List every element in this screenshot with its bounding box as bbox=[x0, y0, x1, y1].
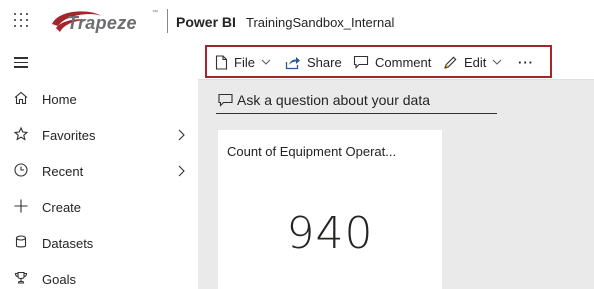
plus-icon bbox=[14, 199, 28, 213]
trophy-icon bbox=[14, 271, 28, 284]
card-title: Count of Equipment Operat... bbox=[227, 144, 397, 159]
nav-item-goals[interactable]: Goals bbox=[0, 261, 198, 289]
home-icon bbox=[14, 91, 28, 105]
clock-icon bbox=[14, 163, 28, 177]
share-label: Share bbox=[307, 54, 342, 70]
comment-icon bbox=[353, 55, 369, 69]
qa-placeholder: Ask a question about your data bbox=[237, 92, 431, 108]
edit-label: Edit bbox=[464, 54, 487, 70]
card-visual[interactable]: Count of Equipment Operat... 940 bbox=[218, 130, 442, 289]
logo-trademark: ™ bbox=[152, 10, 158, 16]
nav-label-datasets: Datasets bbox=[42, 236, 94, 251]
comment-button[interactable]: Comment bbox=[353, 53, 431, 71]
nav-item-datasets[interactable]: Datasets bbox=[0, 225, 198, 261]
more-options-button[interactable]: ··· bbox=[518, 53, 534, 71]
left-navigation: Home Favorites Recent Create Datasets Go… bbox=[0, 44, 198, 289]
header-divider bbox=[167, 9, 168, 33]
logo-wordmark: Trapeze bbox=[67, 13, 137, 33]
nav-label-recent: Recent bbox=[42, 164, 84, 179]
nav-item-create[interactable]: Create bbox=[0, 189, 198, 225]
comment-label: Comment bbox=[375, 54, 432, 70]
file-label: File bbox=[234, 54, 255, 70]
app-launcher-icon[interactable] bbox=[14, 13, 28, 27]
top-header: Trapeze ™ Power BI TrainingSandbox_Inter… bbox=[0, 0, 594, 44]
more-options-icon: ··· bbox=[518, 54, 534, 70]
chevron-right-icon[interactable] bbox=[175, 164, 187, 178]
pencil-icon bbox=[444, 56, 457, 69]
nav-label-home: Home bbox=[42, 92, 77, 107]
nav-item-favorites[interactable]: Favorites bbox=[0, 117, 198, 153]
nav-label-favorites: Favorites bbox=[42, 128, 96, 143]
edit-menu-button[interactable]: Edit bbox=[443, 53, 502, 71]
chevron-right-icon[interactable] bbox=[175, 128, 187, 142]
command-bar: File Share Comment Edit ··· bbox=[198, 44, 594, 80]
share-button[interactable]: Share bbox=[285, 53, 342, 71]
report-canvas: File Share Comment Edit ··· Ask a questi… bbox=[198, 44, 594, 289]
share-icon bbox=[285, 56, 300, 69]
chevron-down-icon bbox=[493, 59, 502, 65]
card-value: 940 bbox=[286, 208, 374, 259]
app-name[interactable]: Power BI bbox=[176, 14, 236, 30]
database-icon bbox=[15, 235, 27, 248]
file-menu-button[interactable]: File bbox=[215, 53, 271, 71]
hamburger-menu-icon[interactable] bbox=[14, 57, 28, 68]
nav-item-recent[interactable]: Recent bbox=[0, 153, 198, 189]
nav-label-goals: Goals bbox=[42, 272, 76, 287]
star-icon bbox=[13, 126, 29, 141]
nav-label-create: Create bbox=[42, 200, 82, 215]
qa-input[interactable]: Ask a question about your data bbox=[216, 90, 497, 114]
file-icon bbox=[215, 54, 228, 70]
workspace-name[interactable]: TrainingSandbox_Internal bbox=[246, 15, 394, 30]
nav-item-home[interactable]: Home bbox=[0, 81, 198, 117]
chevron-down-icon bbox=[261, 59, 271, 65]
qa-chat-icon bbox=[218, 93, 233, 107]
